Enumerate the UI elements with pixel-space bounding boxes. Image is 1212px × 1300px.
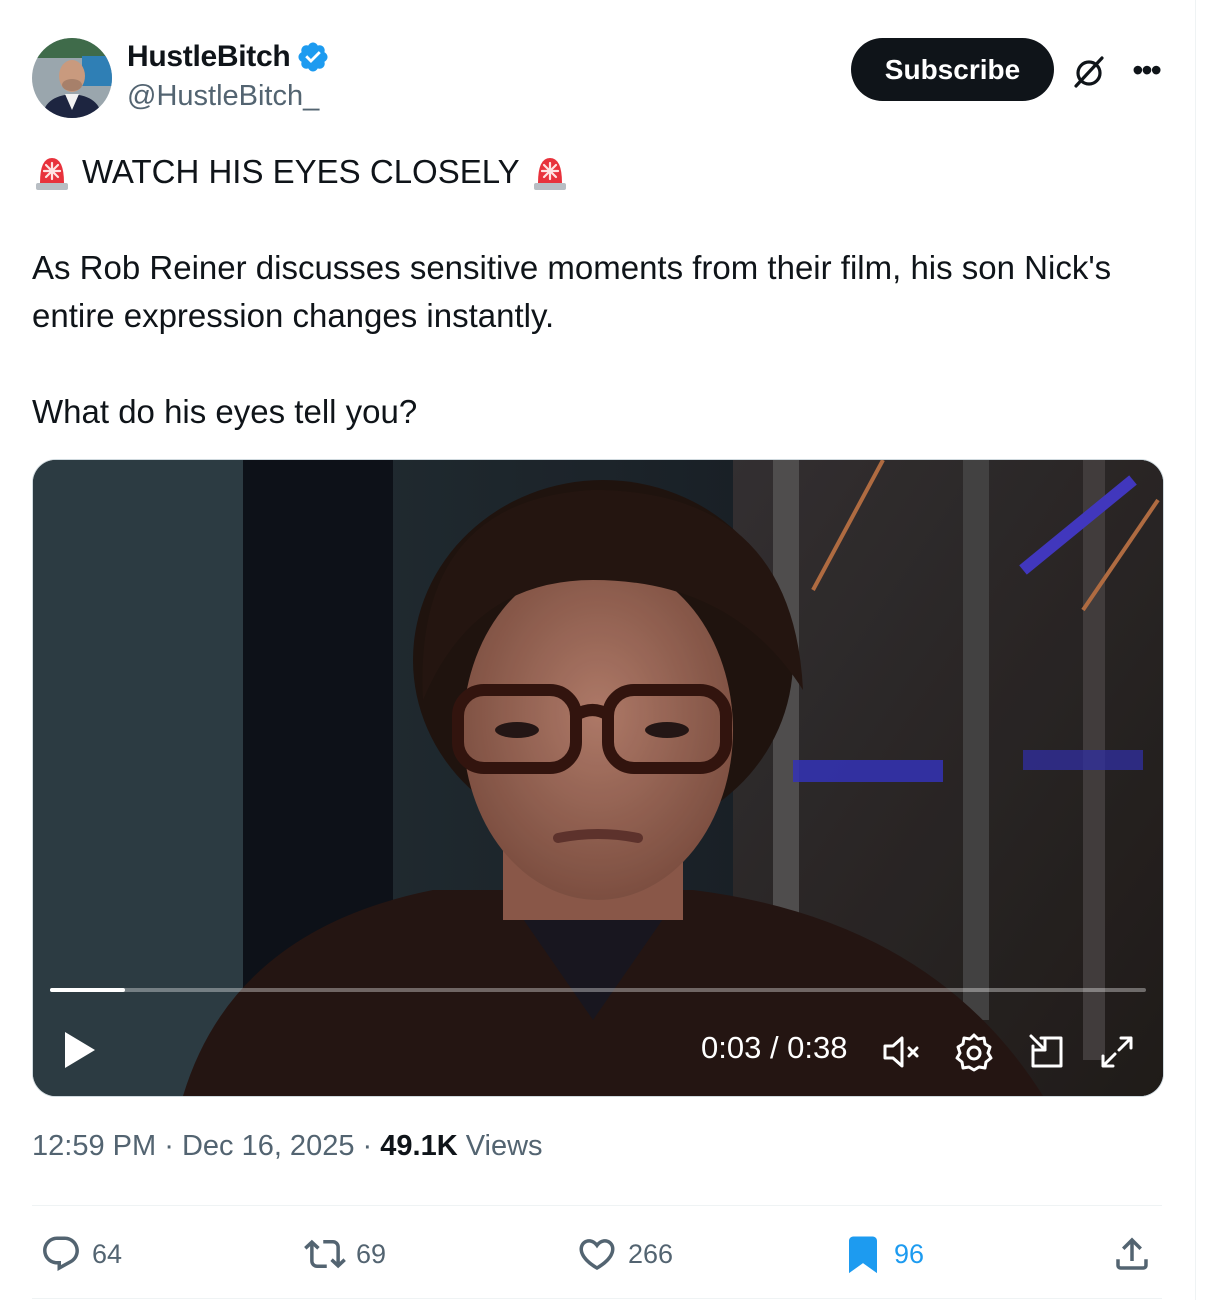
police-light-emoji-icon: [32, 152, 72, 192]
author-name-row[interactable]: HustleBitch: [127, 40, 330, 74]
video-frame: [33, 460, 1163, 1096]
tweet-meta: 12:59 PM · Dec 16, 2025 · 49.1K Views: [32, 1130, 543, 1163]
video-time-display: 0:03 / 0:38: [701, 1030, 848, 1065]
bookmark-button[interactable]: 96: [842, 1232, 924, 1276]
mute-icon[interactable]: [881, 1032, 921, 1072]
repost-count: 69: [356, 1238, 387, 1269]
divider: [32, 1298, 1162, 1299]
pip-icon[interactable]: [1027, 1032, 1067, 1072]
reply-button[interactable]: 64: [40, 1232, 122, 1276]
meta-separator: ·: [164, 1130, 174, 1162]
author-display-name[interactable]: HustleBitch: [127, 40, 291, 74]
reply-count: 64: [92, 1238, 123, 1269]
tweet-question: What do his eyes tell you?: [32, 393, 418, 430]
repost-button[interactable]: 69: [304, 1232, 386, 1276]
heart-icon: [579, 1239, 615, 1271]
settings-icon[interactable]: [954, 1032, 994, 1072]
bookmark-count: 96: [894, 1238, 925, 1269]
repost-icon: [304, 1239, 346, 1269]
views-count[interactable]: 49.1K: [380, 1130, 457, 1162]
grok-icon[interactable]: [1068, 50, 1112, 94]
avatar[interactable]: [32, 38, 112, 118]
video-progress-bar[interactable]: [50, 988, 1146, 992]
tweet-time[interactable]: 12:59 PM: [32, 1130, 156, 1162]
views-label: Views: [465, 1130, 543, 1162]
verified-badge-icon[interactable]: [296, 40, 330, 74]
divider: [32, 1205, 1162, 1206]
column-border: [1195, 0, 1196, 1300]
tweet-date[interactable]: Dec 16, 2025: [182, 1130, 355, 1162]
reply-icon: [43, 1236, 79, 1271]
meta-separator: ·: [362, 1130, 373, 1162]
tweet-paragraph: As Rob Reiner discusses sensitive moment…: [32, 249, 1112, 334]
police-light-emoji-icon: [530, 152, 570, 192]
like-count: 266: [628, 1238, 674, 1269]
play-icon[interactable]: [59, 1028, 99, 1072]
tweet-text: WATCH HIS EYES CLOSELY As Rob Reiner dis…: [32, 148, 1162, 436]
tweet-headline-line: WATCH HIS EYES CLOSELY: [32, 148, 1162, 196]
like-button[interactable]: 266: [576, 1232, 673, 1276]
tweet-headline: WATCH HIS EYES CLOSELY: [82, 153, 520, 190]
video-player[interactable]: 0:03 / 0:38: [32, 459, 1164, 1097]
author-handle[interactable]: @HustleBitch_: [127, 80, 319, 113]
video-progress-fill: [50, 988, 125, 992]
share-icon: [1116, 1237, 1148, 1270]
bookmark-icon: [849, 1236, 877, 1274]
fullscreen-icon[interactable]: [1097, 1032, 1137, 1072]
subscribe-button[interactable]: Subscribe: [851, 38, 1054, 101]
share-button[interactable]: [1111, 1232, 1153, 1276]
more-icon[interactable]: •••: [1124, 50, 1168, 90]
